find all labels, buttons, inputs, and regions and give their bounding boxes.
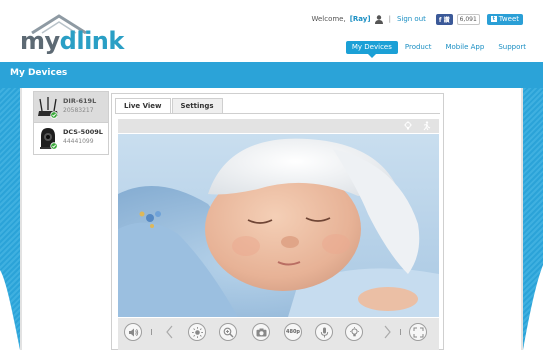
page-title-band: My Devices xyxy=(0,62,543,88)
nav-support[interactable]: Support xyxy=(491,41,533,54)
motion-icon[interactable] xyxy=(421,121,431,131)
control-divider xyxy=(400,329,401,335)
speaker-icon[interactable] xyxy=(124,323,142,341)
tweet-button[interactable]: t Tweet xyxy=(486,13,523,25)
tab-divider xyxy=(115,113,440,114)
username[interactable]: [Ray] xyxy=(350,15,371,23)
sign-out-link[interactable]: Sign out xyxy=(397,15,426,23)
device-item-dcs-5009l[interactable]: DCS-5009L 44441099 xyxy=(34,123,108,154)
facebook-like-button[interactable]: f 讚 xyxy=(435,13,453,25)
logo-my: my xyxy=(20,27,60,55)
fullscreen-icon[interactable] xyxy=(409,323,427,341)
nav-my-devices[interactable]: My Devices xyxy=(345,41,398,58)
light-bulb-icon[interactable] xyxy=(403,121,413,131)
device-name: DIR-619L xyxy=(63,97,97,105)
snapshot-icon[interactable] xyxy=(252,323,270,341)
facebook-like-count: 6,091 xyxy=(456,13,480,25)
device-item-dir-619l[interactable]: DIR-619L 20583217 xyxy=(34,92,108,123)
microphone-icon[interactable] xyxy=(315,323,333,341)
router-icon xyxy=(38,97,58,119)
brightness-icon[interactable] xyxy=(188,323,206,341)
header: mydlink Welcome, [Ray] | Sign out f 讚 6,… xyxy=(0,0,543,62)
video-controls: 480p xyxy=(118,318,439,350)
zoom-icon[interactable] xyxy=(219,323,237,341)
user-icon xyxy=(374,14,383,24)
viewer-tabs: Live View Settings xyxy=(115,98,224,114)
camera-icon xyxy=(40,128,58,150)
device-id: 20583217 xyxy=(63,107,94,114)
tab-live-view[interactable]: Live View xyxy=(115,98,171,114)
tweet-label: Tweet xyxy=(498,15,519,23)
night-mode-icon[interactable] xyxy=(345,323,363,341)
main-nav: My Devices Product Mobile App Support xyxy=(345,41,533,58)
tab-settings[interactable]: Settings xyxy=(171,98,223,114)
resolution-label: 480p xyxy=(285,329,301,335)
logo-dlink: dlin xyxy=(59,27,109,55)
welcome-text: Welcome, xyxy=(311,15,346,23)
live-video-feed xyxy=(118,134,439,317)
previous-arrow-icon[interactable] xyxy=(164,323,174,341)
welcome-bar: Welcome, [Ray] | Sign out f 讚 6,091 t Tw… xyxy=(311,11,523,27)
twitter-icon: t xyxy=(490,16,497,22)
resolution-480p-icon[interactable]: 480p xyxy=(284,323,302,341)
device-list: DIR-619L 20583217 DCS-5009L 44441099 xyxy=(33,91,109,155)
logo-text: mydlink xyxy=(20,28,124,54)
video-top-toolbar xyxy=(118,119,439,133)
nav-product[interactable]: Product xyxy=(398,41,439,54)
mydlink-logo[interactable]: mydlink xyxy=(20,14,130,54)
logo-k: k xyxy=(108,27,124,55)
welcome-separator: | xyxy=(388,15,391,23)
device-id: 44441099 xyxy=(63,138,94,145)
camera-viewer: Live View Settings 480p xyxy=(111,93,444,350)
control-divider xyxy=(151,329,152,335)
device-name: DCS-5009L xyxy=(63,128,103,136)
nav-mobile-app[interactable]: Mobile App xyxy=(438,41,491,54)
page-title: My Devices xyxy=(10,68,68,78)
next-arrow-icon[interactable] xyxy=(382,323,392,341)
